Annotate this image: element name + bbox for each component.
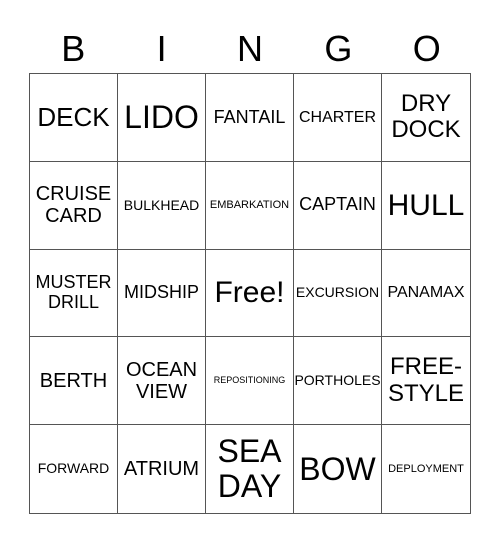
header-letter-g: G [324,28,353,69]
bingo-cell[interactable]: OCEAN VIEW [118,337,206,426]
header-letter-b: B [61,28,86,69]
bingo-cell[interactable]: BERTH [30,337,118,426]
bingo-cell[interactable]: REPOSITIONING [206,337,294,426]
bingo-cell[interactable]: DEPLOYMENT [382,425,470,513]
bingo-cell[interactable]: EMBARKATION [206,161,294,250]
bingo-cell[interactable]: FREE-STYLE [382,337,470,426]
bingo-cell[interactable]: CRUISE CARD [30,161,118,250]
bingo-card-grid: DECK LIDO FANTAIL CHARTER DRY DOCK CRUIS… [29,73,471,514]
bingo-cell[interactable]: SEA DAY [206,425,294,513]
bingo-cell[interactable]: HULL [382,162,470,250]
bingo-cell[interactable]: CAPTAIN [294,161,382,250]
bingo-cell[interactable]: ATRIUM [118,425,206,513]
header-letter-n: N [236,28,263,69]
bingo-cell[interactable]: MIDSHIP [118,249,206,338]
header-letter-i: I [156,28,167,69]
bingo-cell[interactable]: PORTHOLES [294,337,382,426]
bingo-cell[interactable]: BOW [294,425,382,513]
bingo-cell[interactable]: DECK [30,74,118,162]
bingo-header: B I N G O [29,25,471,73]
bingo-cell[interactable]: EXCURSION [294,249,382,338]
bingo-cell[interactable]: BULKHEAD [118,161,206,250]
header-letter-o: O [412,28,441,69]
bingo-cell[interactable]: MUSTER DRILL [30,249,118,338]
bingo-cell[interactable]: FANTAIL [206,74,294,162]
bingo-cell[interactable]: PANAMAX [382,250,470,338]
bingo-cell[interactable]: FORWARD [30,425,118,513]
bingo-cell[interactable]: LIDO [118,74,206,162]
free-space-cell[interactable]: Free! [206,249,294,338]
bingo-cell[interactable]: CHARTER [294,74,382,162]
bingo-cell[interactable]: DRY DOCK [382,74,470,162]
